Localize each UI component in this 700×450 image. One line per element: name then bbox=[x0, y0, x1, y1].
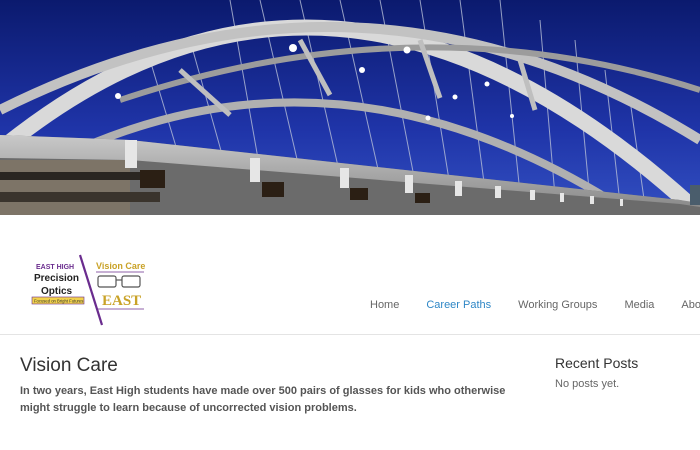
logo-graphic: EAST HIGH Precision Optics Focused on Br… bbox=[31, 254, 145, 326]
sidebar: Recent Posts No posts yet. bbox=[555, 354, 695, 390]
logo-vision-care: Vision Care bbox=[96, 261, 145, 271]
logo-east: EAST bbox=[102, 293, 141, 309]
logo-tagline: Focused on Bright Futures bbox=[34, 299, 83, 304]
nav-working-groups[interactable]: Working Groups bbox=[518, 299, 597, 311]
nav-about[interactable]: About ST bbox=[681, 299, 700, 311]
page-title: Vision Care bbox=[20, 355, 118, 376]
logo-east-high: EAST HIGH bbox=[36, 264, 74, 271]
main-nav: Home Career Paths Working Groups Media A… bbox=[370, 299, 700, 311]
recent-posts-empty: No posts yet. bbox=[555, 378, 620, 390]
nav-home[interactable]: Home bbox=[370, 299, 399, 311]
nav-media[interactable]: Media bbox=[624, 299, 654, 311]
intro-paragraph: In two years, East High students have ma… bbox=[20, 385, 506, 414]
site-logo[interactable]: EAST HIGH Precision Optics Focused on Br… bbox=[30, 253, 150, 331]
main-content: Vision Care In two years, East High stud… bbox=[20, 354, 520, 417]
logo-optics: Optics bbox=[41, 286, 73, 297]
nav-career-paths[interactable]: Career Paths bbox=[426, 299, 491, 311]
site-header: EAST HIGH Precision Optics Focused on Br… bbox=[0, 215, 700, 335]
hero-bridge-image bbox=[0, 0, 700, 215]
logo-precision: Precision bbox=[34, 273, 79, 284]
recent-posts-title: Recent Posts bbox=[555, 355, 639, 371]
